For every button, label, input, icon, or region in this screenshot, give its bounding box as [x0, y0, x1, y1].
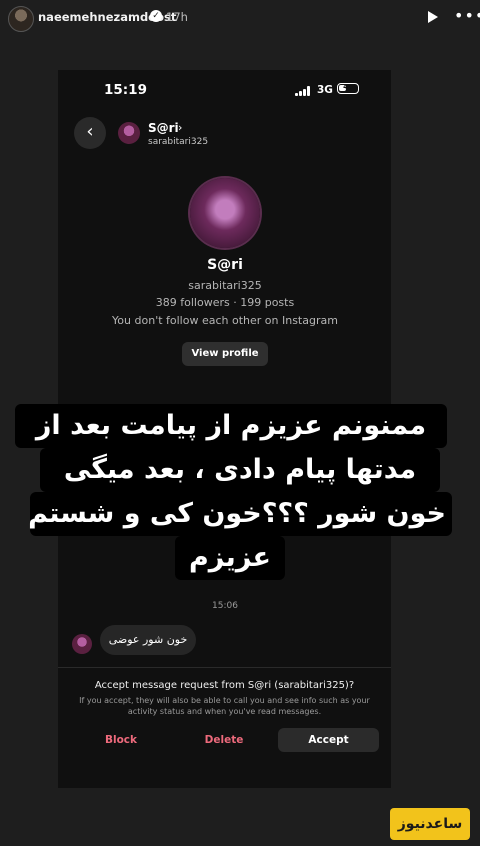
caption-line: عزیزم — [175, 536, 285, 580]
block-button[interactable]: Block — [86, 728, 156, 752]
accept-button[interactable]: Accept — [278, 728, 379, 752]
chat-header-avatar[interactable] — [118, 122, 140, 144]
follow-note: You don't follow each other on Instagram — [112, 314, 338, 327]
profile-avatar[interactable] — [190, 178, 260, 248]
verified-badge-icon: ✓ — [150, 10, 162, 22]
play-icon[interactable] — [424, 9, 440, 25]
message-bubble[interactable]: خون شور عوضی — [100, 625, 196, 655]
status-time: 15:19 — [104, 82, 147, 98]
request-body: If you accept, they will also be able to… — [79, 696, 370, 716]
message-timestamp: 15:06 — [212, 601, 238, 611]
caption-line: مدتها پیام دادی ، بعد میگی — [40, 448, 440, 492]
chat-header-name[interactable]: S@ri — [148, 121, 179, 135]
watermark-logo: ساعدنیوز — [390, 808, 470, 840]
story-avatar[interactable] — [8, 6, 34, 32]
chevron-right-icon[interactable]: › — [178, 121, 182, 134]
caption-line: ممنونم عزیزم از پیامت بعد از — [15, 404, 447, 448]
message-avatar[interactable] — [72, 634, 92, 654]
profile-username: sarabitari325 — [188, 279, 262, 292]
profile-stats: 389 followers · 199 posts — [155, 296, 295, 309]
request-title: Accept message request from S@ri (sarabi… — [94, 680, 355, 691]
back-button[interactable]: ‹ — [74, 117, 106, 149]
chat-header-username: sarabitari325 — [148, 137, 209, 147]
story-time: 17h — [166, 10, 188, 24]
divider — [58, 667, 391, 668]
network-label: 3G — [317, 84, 333, 96]
view-profile-button[interactable]: View profile — [182, 342, 268, 366]
delete-button[interactable]: Delete — [188, 728, 260, 752]
signal-icon — [295, 86, 313, 96]
caption-line: خون شور ؟؟؟خون کی و شستم — [28, 492, 452, 536]
more-icon[interactable]: ••• — [454, 8, 480, 25]
battery-level: 40 — [343, 83, 353, 91]
story-header: naeemehnezamdoost ✓ 17h ••• — [0, 0, 480, 40]
profile-name: S@ri — [207, 257, 243, 273]
battery-icon: 40 — [337, 83, 359, 94]
